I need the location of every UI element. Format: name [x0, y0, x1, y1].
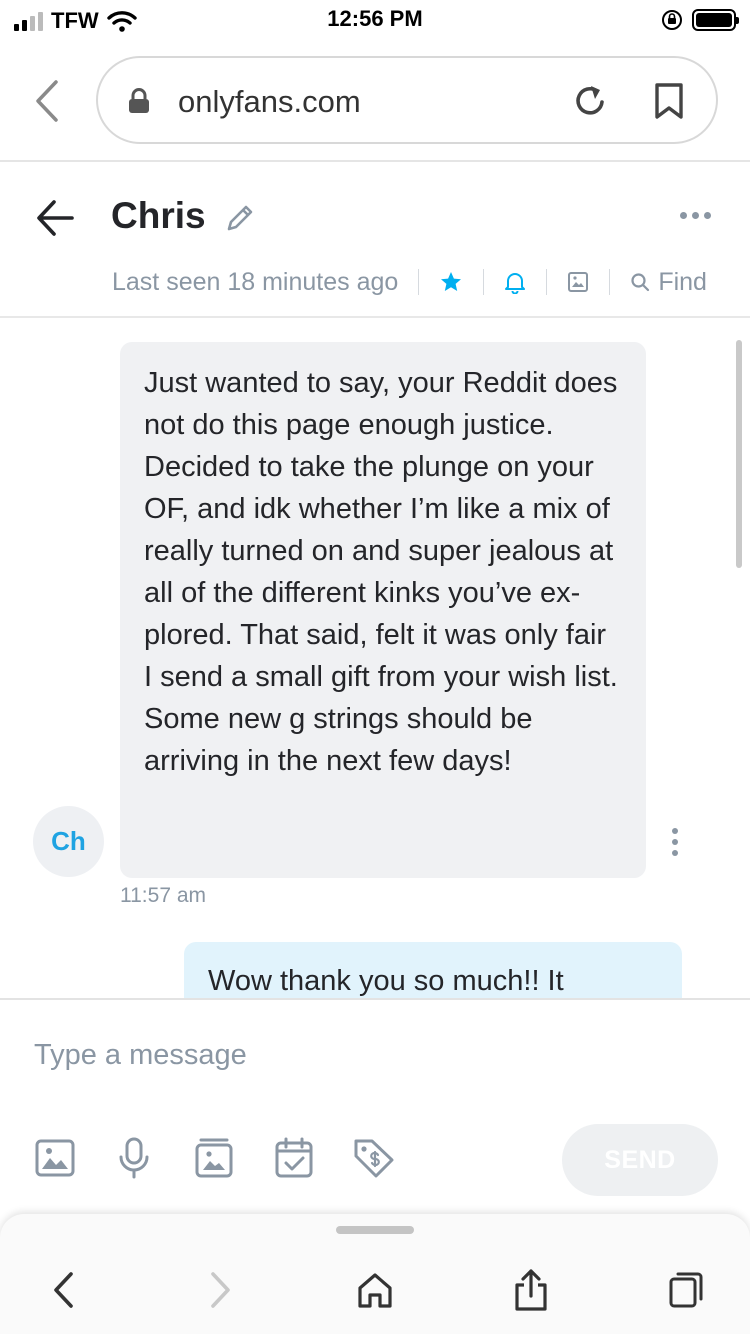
- last-seen: Last seen 18 minutes ago: [112, 267, 399, 296]
- forward-button[interactable]: [196, 1266, 244, 1314]
- header-meta: Last seen 18 minutes ago Find: [112, 262, 707, 302]
- divider: [418, 269, 420, 295]
- address-bar[interactable]: onlyfans.com: [96, 56, 718, 144]
- status-time: 12:56 PM: [327, 6, 423, 31]
- calendar-icon[interactable]: [273, 1136, 315, 1180]
- tabs-icon: [669, 1272, 703, 1308]
- find-button[interactable]: Find: [630, 268, 707, 297]
- divider: [609, 269, 611, 295]
- message-text: Wow thank you so much!! It: [208, 965, 564, 997]
- divider: [546, 269, 548, 295]
- vault-icon[interactable]: [193, 1136, 235, 1180]
- divider: [483, 269, 485, 295]
- message-text: Just wanted to say, your Reddit does not…: [144, 367, 618, 777]
- share-button[interactable]: [507, 1266, 555, 1314]
- avatar[interactable]: Ch: [33, 806, 104, 877]
- find-label: Find: [658, 267, 707, 296]
- back-button[interactable]: [40, 1266, 88, 1314]
- image-icon[interactable]: [34, 1136, 76, 1180]
- scrollbar[interactable]: [736, 340, 742, 568]
- status-bar: TFW 12:56 PM: [0, 0, 750, 40]
- lock-icon: [129, 88, 149, 113]
- send-button[interactable]: SEND: [562, 1124, 718, 1196]
- share-icon: [515, 1269, 547, 1311]
- battery-icon: [692, 9, 739, 31]
- price-tag-icon[interactable]: [352, 1136, 396, 1180]
- url-text: onlyfans.com: [178, 84, 361, 119]
- message-input[interactable]: [34, 1030, 714, 1080]
- back-icon: [54, 1272, 73, 1308]
- bookmark-icon[interactable]: [654, 82, 684, 120]
- message-time: 11:57 am: [120, 884, 206, 907]
- tabs-button[interactable]: [662, 1266, 710, 1314]
- home-icon: [358, 1273, 392, 1308]
- drag-handle[interactable]: [336, 1226, 414, 1234]
- chat-header: Chris Last seen 18 minutes ago Find: [0, 162, 750, 318]
- incoming-message-bubble[interactable]: Just wanted to say, your Reddit does not…: [120, 342, 646, 878]
- star-icon[interactable]: [439, 270, 463, 294]
- microphone-icon[interactable]: [113, 1136, 155, 1180]
- browser-toolbar: [0, 1214, 750, 1334]
- more-icon[interactable]: [680, 212, 711, 219]
- back-chevron-icon[interactable]: [30, 78, 70, 124]
- search-icon: [631, 273, 650, 292]
- message-list[interactable]: Just wanted to say, your Reddit does not…: [0, 318, 750, 998]
- pencil-icon[interactable]: [224, 202, 256, 234]
- status-right: [660, 8, 739, 32]
- bell-icon[interactable]: [504, 270, 526, 294]
- gallery-icon[interactable]: [567, 271, 589, 293]
- message-options-icon[interactable]: [672, 828, 678, 856]
- home-button[interactable]: [351, 1266, 399, 1314]
- chat-name[interactable]: Chris: [111, 195, 206, 237]
- back-arrow-icon[interactable]: [36, 198, 74, 238]
- composer: SEND: [0, 1000, 750, 1214]
- browser-bar: onlyfans.com: [0, 56, 750, 146]
- outgoing-message-bubble[interactable]: Wow thank you so much!! It: [184, 942, 682, 998]
- forward-icon: [211, 1272, 230, 1308]
- reload-icon[interactable]: [572, 82, 608, 120]
- orientation-lock-icon: [662, 10, 682, 30]
